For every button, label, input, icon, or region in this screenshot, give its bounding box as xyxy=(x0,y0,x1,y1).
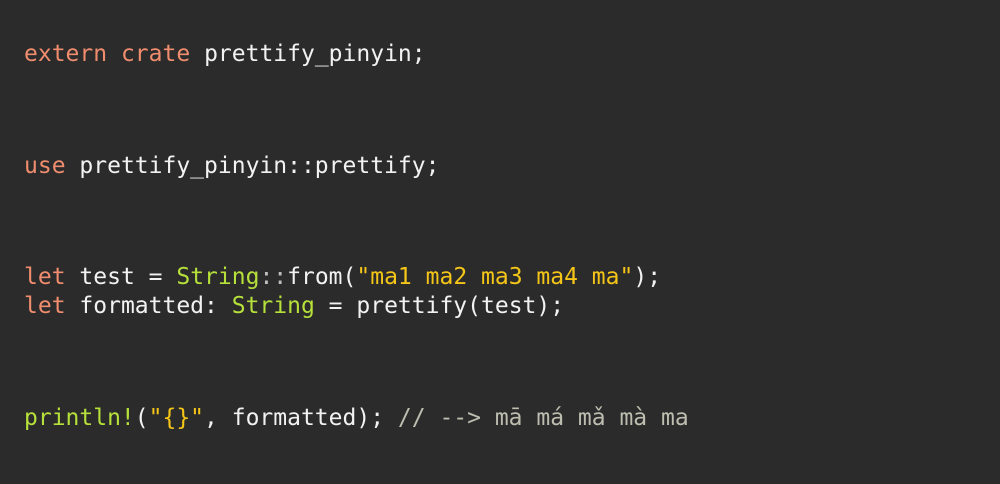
keyword-let: let xyxy=(24,293,66,319)
type-string: String xyxy=(176,264,260,290)
code-line-let-formatted: let formatted: String = prettify(test); xyxy=(24,292,564,320)
prettify-call: = prettify(test); xyxy=(314,293,565,319)
code-comment: // --> mā má mǎ mà ma xyxy=(397,405,689,431)
variable-formatted: formatted: xyxy=(79,293,232,319)
from-call: from( xyxy=(287,264,357,290)
crate-name: prettify_pinyin; xyxy=(204,41,426,67)
call-close: ); xyxy=(633,264,662,290)
code-line-let-test: let test = String::from("ma1 ma2 ma3 ma4… xyxy=(24,263,661,291)
code-editor: extern crate prettify_pinyin; use pretti… xyxy=(0,0,1000,484)
keyword-use: use xyxy=(24,153,66,179)
path-separator: :: xyxy=(259,264,288,290)
use-path: prettify_pinyin::prettify; xyxy=(79,153,440,179)
format-string: "{}" xyxy=(148,405,205,431)
macro-open-paren: ( xyxy=(134,405,149,431)
keyword-let: let xyxy=(24,264,66,290)
keyword-extern: extern xyxy=(24,41,108,67)
code-line-extern-crate: extern crate prettify_pinyin; xyxy=(24,40,426,68)
macro-args: , formatted); xyxy=(204,405,398,431)
string-literal: "ma1 ma2 ma3 ma4 ma" xyxy=(356,264,634,290)
println-macro: println! xyxy=(24,405,135,431)
code-line-use: use prettify_pinyin::prettify; xyxy=(24,152,439,180)
variable-test: test = xyxy=(79,264,177,290)
keyword-crate: crate xyxy=(120,41,191,67)
type-string: String xyxy=(231,293,315,319)
code-line-println: println!("{}", formatted); // --> mā má … xyxy=(24,404,689,432)
